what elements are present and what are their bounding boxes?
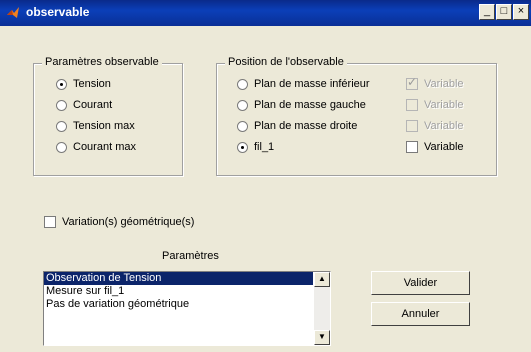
radio-button[interactable] — [237, 99, 248, 111]
radio-label: Courant max — [73, 141, 136, 153]
matlab-icon — [7, 7, 19, 18]
parametres-label: Paramètres — [162, 250, 219, 262]
checkbox — [406, 120, 418, 132]
radio-label: Plan de masse droite — [254, 120, 358, 132]
radio-label: fil_1 — [254, 141, 275, 153]
maximize-button[interactable]: □ — [496, 4, 512, 20]
radio-button[interactable] — [237, 120, 248, 132]
radio-button[interactable] — [56, 120, 67, 132]
radio-plan-masse-gauche[interactable]: Plan de masse gauche — [237, 99, 366, 111]
checkbox[interactable] — [44, 216, 56, 228]
list-item[interactable]: Observation de Tension — [44, 272, 313, 285]
validate-button[interactable]: Valider — [371, 271, 470, 295]
cancel-button[interactable]: Annuler — [371, 302, 470, 326]
params-group-legend: Paramètres observable — [42, 56, 162, 68]
checkbox — [406, 99, 418, 111]
list-item[interactable]: Mesure sur fil_1 — [44, 285, 330, 298]
checkbox-label: Variable — [424, 120, 464, 132]
radio-plan-masse-droite[interactable]: Plan de masse droite — [237, 120, 357, 132]
close-button[interactable]: × — [513, 4, 529, 20]
checkbox-label: Variable — [424, 99, 464, 111]
radio-button[interactable] — [56, 99, 67, 111]
radio-label: Tension max — [73, 120, 135, 132]
radio-button[interactable] — [56, 141, 67, 153]
window-title: observable — [26, 5, 90, 19]
radio-button[interactable] — [56, 78, 67, 90]
radio-button[interactable] — [237, 141, 248, 153]
checkbox-label: Variable — [424, 141, 464, 153]
radio-label: Plan de masse inférieur — [254, 78, 370, 90]
checkbox-label: Variation(s) géométrique(s) — [62, 216, 195, 228]
radio-courant-max[interactable]: Courant max — [56, 141, 136, 153]
variable-checkbox-fil-1[interactable]: Variable — [406, 141, 464, 153]
radio-fil-1[interactable]: fil_1 — [237, 141, 274, 153]
scroll-down-icon[interactable]: ▼ — [314, 330, 330, 345]
checkmark-icon: ✓ — [407, 75, 418, 89]
radio-label: Tension — [73, 78, 111, 90]
radio-label: Plan de masse gauche — [254, 99, 366, 111]
parameters-listbox[interactable]: Observation de Tension Mesure sur fil_1 … — [43, 271, 331, 346]
title-bar: observable _ □ × — [0, 0, 531, 26]
radio-plan-masse-inferieur[interactable]: Plan de masse inférieur — [237, 78, 370, 90]
scroll-up-icon[interactable]: ▲ — [314, 272, 330, 287]
list-item[interactable]: Pas de variation géométrique — [44, 298, 330, 311]
minimize-button[interactable]: _ — [479, 4, 495, 20]
vertical-scrollbar[interactable]: ▲ ▼ — [314, 272, 330, 345]
checkbox-label: Variable — [424, 78, 464, 90]
variation-geometrique-checkbox[interactable]: Variation(s) géométrique(s) — [44, 216, 194, 228]
variable-checkbox-droite: Variable — [406, 120, 464, 132]
radio-tension[interactable]: Tension — [56, 78, 111, 90]
position-group-legend: Position de l'observable — [225, 56, 347, 68]
radio-courant[interactable]: Courant — [56, 99, 112, 111]
radio-tension-max[interactable]: Tension max — [56, 120, 135, 132]
variable-checkbox-gauche: Variable — [406, 99, 464, 111]
variable-checkbox-inferieur: ✓ Variable — [406, 75, 464, 90]
radio-button[interactable] — [237, 78, 248, 90]
radio-label: Courant — [73, 99, 113, 111]
checkbox: ✓ — [406, 75, 418, 90]
checkbox[interactable] — [406, 141, 418, 153]
